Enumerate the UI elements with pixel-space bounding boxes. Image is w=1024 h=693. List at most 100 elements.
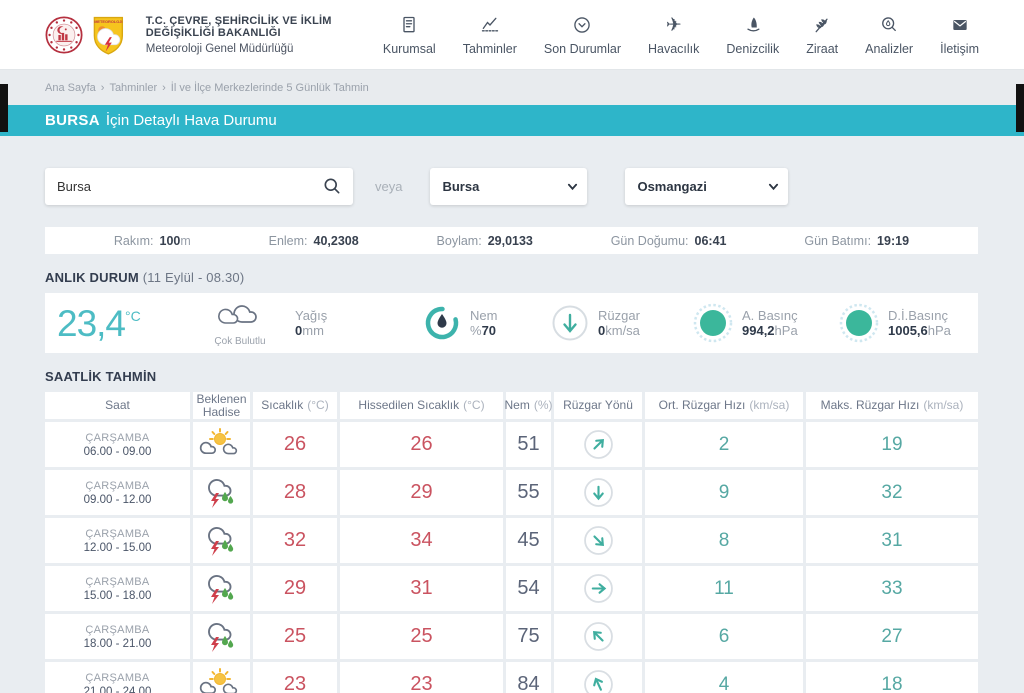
temperature-cell: 26 bbox=[253, 422, 337, 467]
condition-cell bbox=[193, 662, 250, 693]
site-header: METEOROLOJI T.C. ÇEVRE, ŞEHİRCİLİK VE İK… bbox=[0, 0, 1024, 70]
avg-wind-cell: 8 bbox=[645, 518, 803, 563]
nav-item-tahminler[interactable]: Tahminler bbox=[463, 14, 517, 56]
feels-like-cell: 34 bbox=[340, 518, 503, 563]
max-wind-cell: 31 bbox=[806, 518, 978, 563]
table-row: ÇARŞAMBA15.00 - 18.00 29 31 54 11 33 bbox=[45, 566, 978, 611]
humidity-metric: Nem %70 bbox=[423, 304, 551, 342]
altitude-info: Rakım:100m bbox=[114, 234, 191, 248]
clock-circle-icon bbox=[572, 14, 592, 36]
breadcrumb: Ana Sayfa › Tahminler › İl ve İlçe Merke… bbox=[0, 70, 1024, 105]
nav-item-denizcilik[interactable]: Denizcilik bbox=[726, 14, 779, 56]
nav-label: Havacılık bbox=[648, 42, 699, 56]
pressure-icon bbox=[693, 303, 733, 343]
avg-wind-cell: 11 bbox=[645, 566, 803, 611]
condition-label: Çok Bulutlu bbox=[185, 336, 295, 347]
breadcrumb-current-page: İl ve İlçe Merkezlerinde 5 Günlük Tahmin bbox=[171, 82, 369, 94]
district-select[interactable]: Osmangazi bbox=[625, 168, 788, 205]
district-select-wrap: Osmangazi bbox=[625, 168, 788, 205]
wind-direction-cell bbox=[554, 566, 642, 611]
column-header: Hissedilen Sıcaklık(°C) bbox=[340, 392, 503, 419]
time-cell: ÇARŞAMBA21.00 - 24.00 bbox=[45, 662, 190, 693]
nav-label: Son Durumlar bbox=[544, 42, 621, 56]
breadcrumb-separator: › bbox=[162, 82, 166, 94]
feels-like-cell: 29 bbox=[340, 470, 503, 515]
hourly-table-header: SaatBeklenen HadiseSıcaklık(°C)Hissedile… bbox=[45, 392, 978, 419]
breadcrumb-separator: › bbox=[101, 82, 105, 94]
time-cell: ÇARŞAMBA15.00 - 18.00 bbox=[45, 566, 190, 611]
current-conditions-card: 23,4 °C Çok Bulutlu Yağış 0mm bbox=[45, 293, 978, 353]
condition-cell bbox=[193, 614, 250, 659]
sailboat-icon bbox=[743, 14, 763, 36]
thunderstorm-icon bbox=[199, 572, 245, 606]
search-button[interactable] bbox=[319, 174, 345, 200]
nav-label: Kurumsal bbox=[383, 42, 436, 56]
left-edge-bar bbox=[0, 84, 8, 132]
avg-wind-cell: 9 bbox=[645, 470, 803, 515]
time-cell: ÇARŞAMBA06.00 - 09.00 bbox=[45, 422, 190, 467]
envelope-icon bbox=[950, 14, 970, 36]
current-section-title: ANLIK DURUM (11 Eylül - 08.30) bbox=[45, 270, 978, 285]
wind-direction-arrow-icon bbox=[583, 573, 614, 604]
nav-label: İletişim bbox=[940, 42, 979, 56]
precipitation-metric: Yağış 0mm bbox=[295, 308, 423, 338]
sunrise-info: Gün Doğumu:06:41 bbox=[611, 234, 727, 248]
city-search-input[interactable] bbox=[45, 168, 353, 205]
banner-title: İçin Detaylı Hava Durumu bbox=[106, 112, 277, 129]
condition-cell bbox=[193, 518, 250, 563]
province-select-wrap: Bursa bbox=[430, 168, 587, 205]
breadcrumb-home-link[interactable]: Ana Sayfa bbox=[45, 82, 96, 94]
condition-cell bbox=[193, 470, 250, 515]
nav-label: Tahminler bbox=[463, 42, 517, 56]
humidity-cell: 51 bbox=[506, 422, 551, 467]
thunderstorm-icon bbox=[199, 620, 245, 654]
page-title-banner: BURSA İçin Detaylı Hava Durumu bbox=[0, 105, 1024, 136]
humidity-cell: 55 bbox=[506, 470, 551, 515]
right-edge-bar bbox=[1016, 84, 1024, 132]
temperature-cell: 28 bbox=[253, 470, 337, 515]
table-row: ÇARŞAMBA06.00 - 09.00 26 26 51 2 19 bbox=[45, 422, 978, 467]
humidity-cell: 54 bbox=[506, 566, 551, 611]
humidity-cell: 84 bbox=[506, 662, 551, 693]
wind-direction-cell bbox=[554, 662, 642, 693]
breadcrumb-tahminler-link[interactable]: Tahminler bbox=[109, 82, 157, 94]
airplane-icon: ✈ bbox=[666, 14, 682, 36]
nav-item-son-durumlar[interactable]: Son Durumlar bbox=[544, 14, 621, 56]
nav-item-havacilik[interactable]: ✈ Havacılık bbox=[648, 14, 699, 56]
nav-item-iletisim[interactable]: İletişim bbox=[940, 14, 979, 56]
tc-ministry-seal-logo bbox=[45, 9, 83, 61]
logo-group: METEOROLOJI T.C. ÇEVRE, ŞEHİRCİLİK VE İK… bbox=[45, 8, 383, 62]
pressure-icon bbox=[839, 303, 879, 343]
feels-like-cell: 26 bbox=[340, 422, 503, 467]
or-label: veya bbox=[375, 179, 402, 194]
longitude-info: Boylam:29,0133 bbox=[437, 234, 533, 248]
avg-wind-cell: 6 bbox=[645, 614, 803, 659]
nav-item-analizler[interactable]: Analizler bbox=[865, 14, 913, 56]
sea-level-pressure-metric: D.İ.Basınç 1005,6hPa bbox=[839, 303, 951, 343]
max-wind-cell: 27 bbox=[806, 614, 978, 659]
province-select[interactable]: Bursa bbox=[430, 168, 587, 205]
current-section-date: (11 Eylül - 08.30) bbox=[143, 270, 245, 285]
meteoroloji-shield-logo: METEOROLOJI bbox=[93, 8, 124, 62]
directorate-name: Meteoroloji Genel Müdürlüğü bbox=[146, 43, 383, 55]
temperature-cell: 25 bbox=[253, 614, 337, 659]
location-search-row: veya Bursa Osmangazi bbox=[45, 168, 978, 205]
pressure-metric: A. Basınç 994,2hPa bbox=[693, 303, 839, 343]
nav-item-kurumsal[interactable]: Kurumsal bbox=[383, 14, 436, 56]
wind-direction-cell bbox=[554, 470, 642, 515]
chart-icon bbox=[479, 14, 501, 36]
feels-like-cell: 31 bbox=[340, 566, 503, 611]
wind-direction-arrow-icon bbox=[583, 621, 614, 652]
feels-like-cell: 23 bbox=[340, 662, 503, 693]
sunset-info: Gün Batımı:19:19 bbox=[804, 234, 909, 248]
column-header: Nem(%) bbox=[506, 392, 551, 419]
humidity-cell: 45 bbox=[506, 518, 551, 563]
wheat-icon bbox=[812, 14, 832, 36]
avg-wind-cell: 4 bbox=[645, 662, 803, 693]
search-icon bbox=[322, 176, 342, 196]
temperature-cell: 23 bbox=[253, 662, 337, 693]
ministry-title-block: T.C. ÇEVRE, ŞEHİRCİLİK VE İKLİM DEĞİŞİKL… bbox=[146, 15, 383, 55]
thunderstorm-icon bbox=[199, 524, 245, 558]
nav-item-ziraat[interactable]: Ziraat bbox=[806, 14, 838, 56]
condition-cell bbox=[193, 566, 250, 611]
